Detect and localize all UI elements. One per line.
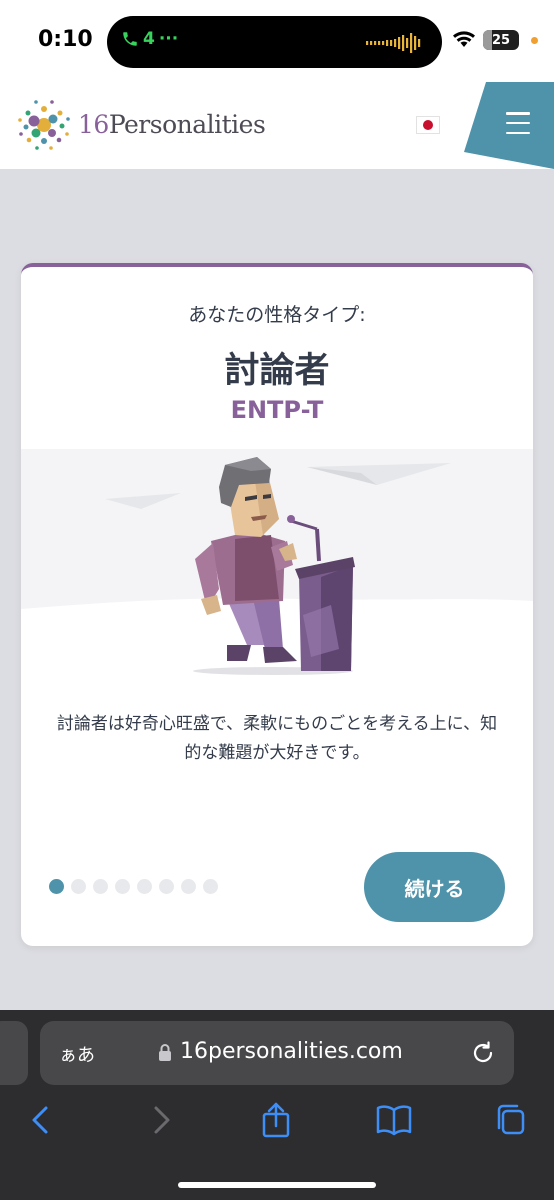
personality-description: 討論者は好奇心旺盛で、柔軟にものごとを考える上に、知的な難題が大好きです。 [56, 714, 498, 763]
personality-result-card: あなたの性格タイプ: 討論者 ENTP-T 討論者は好奇心旺盛で、柔軟にものごと… [21, 263, 533, 946]
logo-name: Personalities [108, 110, 266, 139]
pager-dot[interactable] [203, 879, 218, 894]
reload-icon[interactable] [470, 1040, 496, 1066]
pager-dot[interactable] [159, 879, 174, 894]
pager-dot[interactable] [71, 879, 86, 894]
battery-level-fill [483, 30, 492, 50]
battery-percent: 25 [491, 32, 511, 48]
browser-toolbar: ぁあ 16personalities.com [0, 1010, 554, 1200]
browser-nav-row [0, 1100, 554, 1140]
carousel-pager[interactable] [49, 879, 218, 894]
phone-icon [123, 32, 137, 46]
personality-type-code: ENTP-T [230, 396, 324, 424]
audio-waveform-icon [366, 33, 421, 53]
share-icon[interactable] [260, 1100, 292, 1140]
pager-dot[interactable] [137, 879, 152, 894]
privacy-indicator-dot [531, 37, 538, 44]
debater-illustration [21, 449, 533, 679]
status-time: 0:10 [38, 27, 93, 52]
personality-type-label: あなたの性格タイプ: [188, 304, 366, 326]
bookmarks-icon[interactable] [376, 1100, 412, 1140]
wifi-icon [453, 31, 475, 47]
logo-wordmark[interactable]: 16Personalities [78, 110, 266, 139]
forward-icon[interactable] [148, 1100, 174, 1140]
tabs-icon[interactable] [494, 1100, 528, 1140]
battery-indicator: 25 [483, 30, 519, 50]
logo-icon[interactable] [16, 97, 72, 153]
pager-dot[interactable] [181, 879, 196, 894]
status-bar: 0:10 4 ··· 25 [0, 0, 554, 82]
call-dots: ··· [158, 29, 179, 49]
lock-icon [159, 1043, 171, 1061]
pager-dot[interactable] [93, 879, 108, 894]
pager-dot[interactable] [49, 879, 64, 894]
personality-type-name: 討論者 [224, 351, 330, 391]
continue-button[interactable]: 続ける [364, 852, 505, 922]
url-text: 16personalities.com [180, 1039, 403, 1064]
back-icon[interactable] [28, 1100, 54, 1140]
logo-number: 16 [78, 110, 109, 139]
pager-dot[interactable] [115, 879, 130, 894]
dynamic-island[interactable]: 4 ··· [107, 16, 442, 68]
reader-options-button[interactable]: ぁあ [59, 1041, 95, 1067]
hamburger-menu-icon[interactable] [506, 112, 530, 134]
call-label: 4 [143, 29, 155, 49]
previous-tab-peek[interactable] [0, 1021, 28, 1085]
japan-flag-icon[interactable] [416, 116, 440, 134]
address-bar[interactable]: ぁあ 16personalities.com [40, 1021, 514, 1085]
home-indicator[interactable] [178, 1182, 376, 1188]
active-call-indicator[interactable]: 4 ··· [121, 29, 178, 49]
url-display[interactable]: 16personalities.com [158, 1039, 403, 1064]
site-header: 16Personalities [0, 82, 554, 169]
